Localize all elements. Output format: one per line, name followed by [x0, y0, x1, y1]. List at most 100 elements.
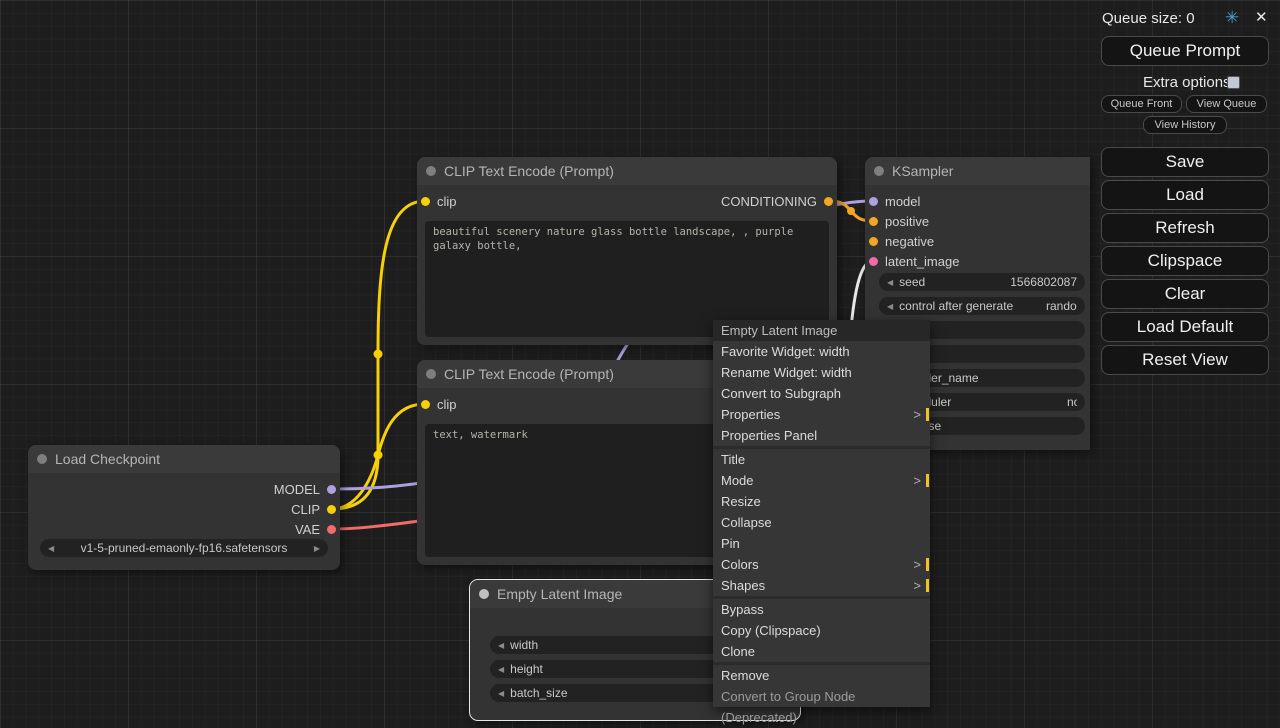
control-after-generate-widget[interactable]: ◀ control after generate randomize: [879, 297, 1085, 315]
slot-label: clip: [437, 194, 457, 209]
output-slot-conditioning[interactable]: CONDITIONING: [721, 193, 833, 209]
submenu-arrow-icon: >: [913, 554, 921, 575]
link-dot: [847, 207, 855, 215]
node-title-bar[interactable]: Load Checkpoint: [28, 445, 340, 473]
widget-decrement-icon[interactable]: ◀: [498, 689, 504, 698]
node-collapse-dot-icon[interactable]: [874, 166, 884, 176]
widget-value: 1566802087: [1010, 275, 1077, 289]
menu-item-collapse[interactable]: Collapse: [713, 512, 930, 533]
node-collapse-dot-icon[interactable]: [426, 369, 436, 379]
node-load-checkpoint[interactable]: Load Checkpoint MODEL CLIP VAE ◀ v1-5-pr…: [28, 445, 340, 570]
input-slot-latent-image[interactable]: latent_image: [869, 253, 959, 269]
menu-item-colors[interactable]: Colors >: [713, 554, 930, 575]
widget-decrement-icon[interactable]: ◀: [498, 641, 504, 650]
submenu-mark: [926, 408, 929, 421]
slot-dot-conditioning[interactable]: [869, 237, 878, 246]
node-collapse-dot-icon[interactable]: [37, 454, 47, 464]
node-title-bar[interactable]: CLIP Text Encode (Prompt): [417, 157, 837, 185]
slot-dot-clip[interactable]: [421, 197, 430, 206]
input-slot-clip[interactable]: clip: [421, 193, 457, 209]
menu-item-properties[interactable]: Properties >: [713, 404, 930, 425]
settings-icon[interactable]: ✳: [1225, 8, 1239, 28]
view-history-button[interactable]: View History: [1143, 116, 1227, 134]
node-collapse-dot-icon[interactable]: [426, 166, 436, 176]
menu-item-properties-panel[interactable]: Properties Panel: [713, 425, 930, 446]
menu-item-bypass[interactable]: Bypass: [713, 599, 930, 620]
menu-item-title[interactable]: Title: [713, 449, 930, 470]
menu-item-rename-widget[interactable]: Rename Widget: width: [713, 362, 930, 383]
load-button[interactable]: Load: [1101, 180, 1269, 210]
slot-label: MODEL: [274, 482, 320, 497]
menu-item-favorite-widget[interactable]: Favorite Widget: width: [713, 341, 930, 362]
slot-dot-clip[interactable]: [327, 505, 336, 514]
ckpt-name-widget[interactable]: ◀ v1-5-pruned-emaonly-fp16.safetensors ▶: [40, 539, 328, 557]
slot-dot-clip[interactable]: [421, 400, 430, 409]
output-slot-clip[interactable]: CLIP: [291, 501, 336, 517]
input-slot-negative[interactable]: negative: [869, 233, 934, 249]
slot-label: VAE: [295, 522, 320, 537]
menu-item-resize[interactable]: Resize: [713, 491, 930, 512]
extra-options-checkbox[interactable]: [1227, 76, 1240, 89]
node-title: Empty Latent Image: [497, 586, 622, 602]
menu-item-label: Colors: [721, 557, 759, 572]
load-default-button[interactable]: Load Default: [1101, 312, 1269, 342]
widget-decrement-icon[interactable]: ◀: [887, 278, 893, 287]
output-slot-vae[interactable]: VAE: [295, 521, 336, 537]
widget-label: batch_size: [510, 686, 567, 700]
node-title-bar[interactable]: KSampler: [865, 157, 1090, 185]
widget-label: height: [510, 662, 543, 676]
slot-dot-conditioning[interactable]: [869, 217, 878, 226]
menu-item-label: Properties: [721, 407, 780, 422]
widget-decrement-icon[interactable]: ◀: [498, 665, 504, 674]
node-title: CLIP Text Encode (Prompt): [444, 366, 614, 382]
node-title: KSampler: [892, 163, 953, 179]
node-clip-text-encode-1[interactable]: CLIP Text Encode (Prompt) clip CONDITION…: [417, 157, 837, 345]
widget-decrement-icon[interactable]: ◀: [48, 544, 54, 553]
view-queue-button[interactable]: View Queue: [1186, 95, 1267, 113]
clear-button[interactable]: Clear: [1101, 279, 1269, 309]
submenu-mark: [926, 474, 929, 487]
menu-item-label: Mode: [721, 473, 754, 488]
widget-increment-icon[interactable]: ▶: [314, 544, 320, 553]
menu-item-remove[interactable]: Remove: [713, 665, 930, 686]
submenu-mark: [926, 579, 929, 592]
reset-view-button[interactable]: Reset View: [1101, 345, 1269, 375]
refresh-button[interactable]: Refresh: [1101, 213, 1269, 243]
menu-item-convert-to-group-node[interactable]: Convert to Group Node (Deprecated): [713, 686, 930, 707]
menu-item-copy-clipspace[interactable]: Copy (Clipspace): [713, 620, 930, 641]
clipspace-button[interactable]: Clipspace: [1101, 246, 1269, 276]
slot-dot-model[interactable]: [869, 197, 878, 206]
menu-item-shapes[interactable]: Shapes >: [713, 575, 930, 596]
output-slot-model[interactable]: MODEL: [274, 481, 336, 497]
slot-label: CLIP: [291, 502, 320, 517]
save-button[interactable]: Save: [1101, 147, 1269, 177]
menu-item-mode[interactable]: Mode >: [713, 470, 930, 491]
slot-dot-vae[interactable]: [327, 525, 336, 534]
link-dot: [374, 451, 383, 460]
slot-dot-conditioning[interactable]: [824, 197, 833, 206]
slot-dot-model[interactable]: [327, 485, 336, 494]
slot-label: positive: [885, 214, 929, 229]
slot-dot-latent[interactable]: [869, 257, 878, 266]
widget-label: seed: [899, 275, 925, 289]
submenu-arrow-icon: >: [913, 575, 921, 596]
submenu-arrow-icon: >: [913, 470, 921, 491]
node-collapse-dot-icon[interactable]: [479, 589, 489, 599]
input-slot-model[interactable]: model: [869, 193, 920, 209]
widget-decrement-icon[interactable]: ◀: [887, 302, 893, 311]
node-title: CLIP Text Encode (Prompt): [444, 163, 614, 179]
widget-value: v1-5-pruned-emaonly-fp16.safetensors: [81, 541, 288, 555]
queue-front-button[interactable]: Queue Front: [1101, 95, 1182, 113]
menu-item-pin[interactable]: Pin: [713, 533, 930, 554]
input-slot-positive[interactable]: positive: [869, 213, 929, 229]
slot-label: negative: [885, 234, 934, 249]
context-menu-header: Empty Latent Image: [713, 320, 930, 341]
close-icon[interactable]: ✕: [1255, 8, 1268, 26]
menu-item-clone[interactable]: Clone: [713, 641, 930, 662]
seed-widget[interactable]: ◀ seed 1566802087: [879, 273, 1085, 291]
menu-item-convert-to-subgraph[interactable]: Convert to Subgraph: [713, 383, 930, 404]
link-dot: [374, 350, 383, 359]
input-slot-clip[interactable]: clip: [421, 396, 457, 412]
widget-value: randomize: [1046, 299, 1077, 313]
queue-prompt-button[interactable]: Queue Prompt: [1101, 36, 1269, 66]
